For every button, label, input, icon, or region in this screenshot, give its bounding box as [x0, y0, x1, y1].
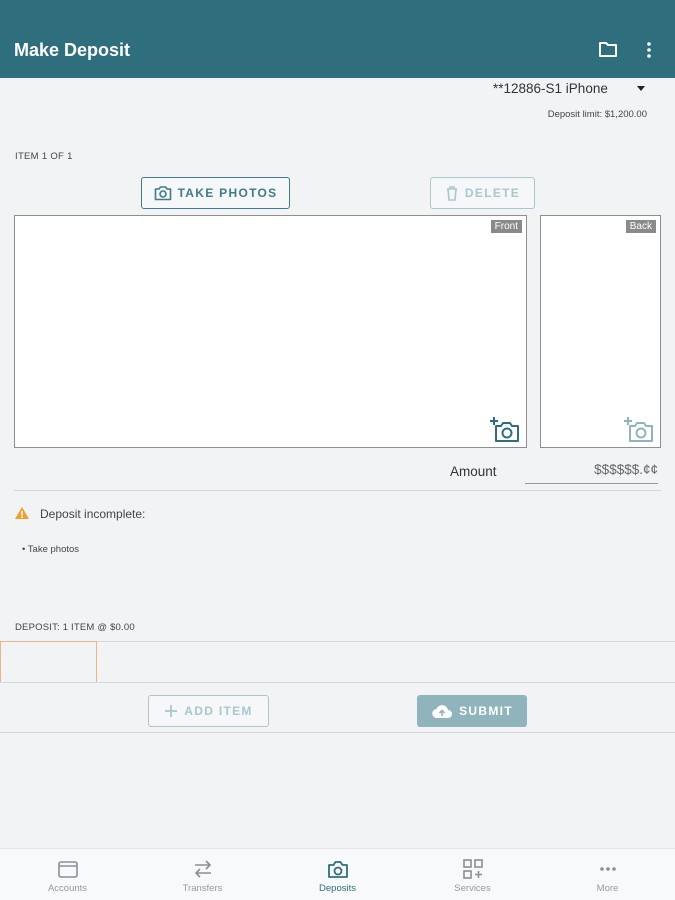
cloud-upload-icon	[432, 705, 453, 719]
status-todo: • Take photos	[22, 544, 80, 555]
divider	[14, 490, 661, 491]
deposit-limit: Deposit limit: $1,200.00	[547, 109, 647, 120]
account-selected: **12886-S1 iPhone	[493, 81, 608, 96]
nav-item-more[interactable]: More	[540, 849, 675, 900]
submit-label: SUBMIT	[459, 704, 513, 718]
nav-item-transfers[interactable]: Transfers	[135, 849, 270, 900]
add-item-label: ADD ITEM	[184, 704, 253, 718]
back-label: Back	[625, 220, 656, 233]
page-title: Make Deposit	[14, 40, 131, 60]
nav-item-accounts[interactable]: Accounts	[0, 849, 135, 900]
add-photo-icon[interactable]	[490, 415, 520, 443]
status-message: Deposit incomplete:	[40, 507, 146, 521]
wallet-icon	[58, 861, 78, 878]
item-counter: ITEM 1 OF 1	[15, 151, 73, 162]
chevron-down-icon	[637, 86, 645, 91]
divider	[0, 682, 675, 683]
plus-icon	[165, 705, 178, 717]
warning-icon	[15, 507, 29, 519]
folder-icon[interactable]	[598, 40, 618, 58]
camera-icon	[328, 861, 348, 878]
back-photo-area[interactable]: Back	[540, 215, 661, 448]
more-vert-icon[interactable]	[639, 40, 659, 60]
nav-label: Accounts	[47, 883, 88, 894]
take-photos-button[interactable]: TAKE PHOTOS	[141, 177, 290, 209]
item-thumbnail-slot[interactable]	[0, 641, 97, 683]
amount-input[interactable]: $$$$$$.¢¢	[525, 460, 658, 484]
nav-label: Transfers	[182, 883, 223, 894]
divider	[0, 732, 675, 733]
front-photo-area[interactable]: Front	[14, 215, 527, 448]
take-photos-label: TAKE PHOTOS	[177, 186, 278, 200]
nav-label: Services	[454, 883, 491, 894]
front-label: Front	[490, 220, 522, 233]
delete-button[interactable]: DELETE	[430, 177, 535, 209]
bottom-nav: Accounts Transfers Deposits Services Mor…	[0, 848, 675, 900]
more-horiz-icon	[600, 867, 616, 871]
grid-plus-icon	[463, 859, 483, 879]
nav-item-deposits[interactable]: Deposits	[270, 849, 405, 900]
add-photo-icon[interactable]	[624, 415, 654, 443]
divider	[0, 641, 675, 642]
account-selector[interactable]: **12886-S1 iPhone	[490, 80, 655, 100]
camera-icon	[154, 186, 171, 201]
delete-label: DELETE	[464, 186, 521, 200]
submit-button[interactable]: SUBMIT	[417, 695, 527, 727]
nav-label: More	[596, 883, 619, 894]
app-bar: Make Deposit	[0, 0, 675, 78]
trash-icon	[446, 186, 457, 201]
add-item-button[interactable]: ADD ITEM	[148, 695, 269, 727]
deposit-summary: DEPOSIT: 1 ITEM @ $0.00	[15, 622, 135, 633]
amount-label: Amount	[450, 464, 497, 479]
nav-label: Deposits	[319, 883, 356, 894]
nav-item-services[interactable]: Services	[405, 849, 540, 900]
transfer-arrows-icon	[194, 860, 212, 878]
